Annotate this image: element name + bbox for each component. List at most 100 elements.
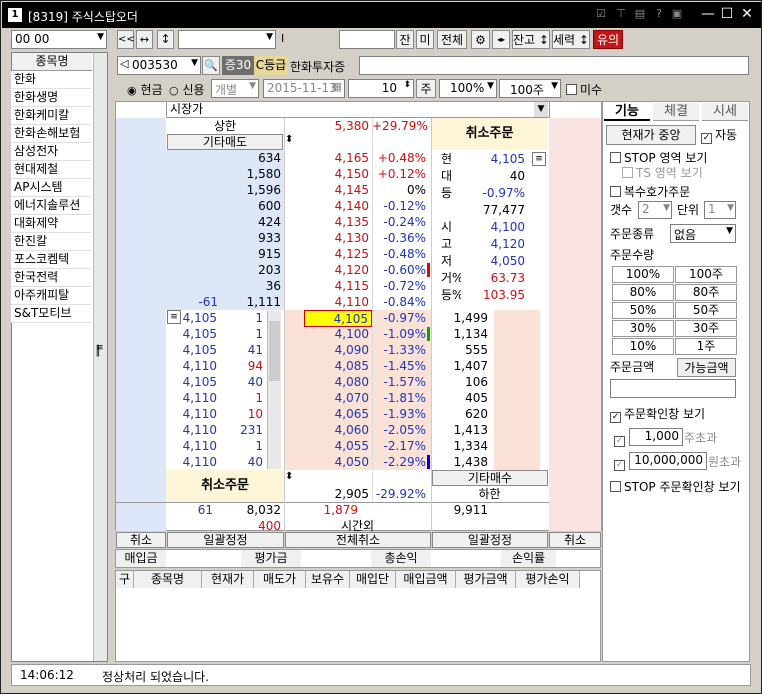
trade-scrollbar[interactable] <box>267 311 281 469</box>
percent-select[interactable]: 100% ▼ <box>439 79 497 98</box>
seryeok-button[interactable]: 세력 ↕ <box>552 30 590 49</box>
close-icon[interactable]: ✕ <box>739 6 755 22</box>
count-select[interactable]: 2 ▼ <box>638 201 672 219</box>
screen-icon[interactable]: ▣ <box>670 7 684 21</box>
stock-list-item[interactable]: 한화생명 <box>11 89 91 107</box>
warning-button[interactable]: 유의 <box>593 30 623 49</box>
ask-qty[interactable]: 36 <box>166 278 284 295</box>
bid-qty[interactable]: 405 <box>431 390 491 407</box>
auto-checkbox[interactable]: ✓ 자동 <box>701 127 737 144</box>
table-header-cell[interactable]: 매도가 <box>254 571 306 588</box>
minimize-icon[interactable]: — <box>700 6 716 22</box>
market-select[interactable]: 시장가 ▼ <box>166 101 550 118</box>
center-current-button[interactable]: 현재가 중앙 <box>606 125 696 145</box>
stock-list-scrollbar[interactable]: ≡ <box>93 53 107 661</box>
splitter-grip-icon[interactable]: ║ <box>95 346 101 357</box>
qty-preset-button[interactable]: 100주 <box>675 266 737 283</box>
over-amount-checkbox[interactable]: ✓ <box>614 454 628 471</box>
individual-select[interactable]: 개별 ▼ <box>211 79 259 98</box>
ask-qty[interactable]: 203 <box>166 262 284 279</box>
stock-list-item[interactable]: 대화제약 <box>11 215 91 233</box>
qty-preset-button[interactable]: 1주 <box>675 338 737 355</box>
over-shares-input[interactable]: 1,000 <box>629 428 683 446</box>
settings-gear-icon[interactable]: ⚙ <box>471 30 490 49</box>
table-header-cell[interactable]: 보유수 <box>306 571 350 588</box>
bid-price[interactable]: 4,080 <box>304 374 372 391</box>
menu-icon[interactable]: ≡ <box>532 152 546 166</box>
order-type-select[interactable]: ▼ <box>178 30 276 49</box>
ask-qty[interactable]: 424 <box>166 214 284 231</box>
cash-radio[interactable]: ◉ 현금 <box>127 81 163 98</box>
qty-preset-button[interactable]: 10% <box>612 338 674 355</box>
qty-preset-button[interactable]: 50% <box>612 302 674 319</box>
bid-qty[interactable]: 1,413 <box>431 422 491 439</box>
tab-0[interactable]: 기능 <box>604 103 650 121</box>
stock-list-item[interactable]: 아주캐피탈 <box>11 287 91 305</box>
bid-qty[interactable]: 1,334 <box>431 438 491 455</box>
stock-list-item[interactable]: 포스코켐텍 <box>11 251 91 269</box>
ask-qty[interactable]: 933 <box>166 230 284 247</box>
bid-price[interactable]: 4,100 <box>304 326 372 343</box>
qty-preset-button[interactable]: 100% <box>612 266 674 283</box>
stock-code-input[interactable]: ◁ 003530 ▼ <box>117 56 201 75</box>
qty-preset-button[interactable]: 80주 <box>675 284 737 301</box>
bid-price[interactable]: 4,065 <box>304 406 372 423</box>
confirm-window-checkbox[interactable]: ✓ 주문확인창 보기 <box>610 406 705 423</box>
mi-button[interactable]: 미 <box>416 30 434 49</box>
quantity-stepper[interactable]: 10 ⬍ <box>348 79 414 98</box>
batch-modify-right-button[interactable]: 일괄정정 <box>432 532 548 548</box>
misu-checkbox[interactable]: 미수 <box>566 81 602 98</box>
stock-list-item[interactable]: AP시스템 <box>11 179 91 197</box>
bid-price[interactable]: 4,090 <box>304 342 372 359</box>
cancel-left-button[interactable]: 취소 <box>116 532 166 548</box>
table-header-cell[interactable]: 평가손익 <box>516 571 580 588</box>
qty-preset-button[interactable]: 80% <box>612 284 674 301</box>
account-select[interactable]: 00 00 ▼ <box>11 30 107 49</box>
stop-confirm-checkbox[interactable]: STOP 주문확인창 보기 <box>610 479 741 496</box>
cancel-order-sell-button[interactable]: 취소주문 <box>431 118 548 150</box>
table-header-cell[interactable]: 평가금액 <box>456 571 516 588</box>
other-sell-button[interactable]: 기타매도 <box>167 134 283 150</box>
bid-price[interactable]: 4,085 <box>304 358 372 375</box>
pin-icon[interactable]: ⊤ <box>614 7 628 21</box>
jan-button[interactable]: 잔 <box>396 30 414 49</box>
bid-price[interactable]: 4,070 <box>304 390 372 407</box>
qty-preset-button[interactable]: 50주 <box>675 302 737 319</box>
ask-price[interactable]: 4,145 <box>284 182 372 199</box>
other-buy-button[interactable]: 기타매수 <box>432 470 548 486</box>
bid-qty[interactable]: 1,407 <box>431 358 491 375</box>
over-amount-input[interactable]: 10,000,000 <box>629 452 707 470</box>
table-header-cell[interactable]: 매입단 <box>350 571 396 588</box>
ask-qty[interactable]: 1,580 <box>166 166 284 183</box>
cancel-all-button[interactable]: 전체취소 <box>285 532 431 548</box>
bid-qty[interactable]: 1,499 <box>431 310 491 327</box>
available-amount-button[interactable]: 가능금액 <box>677 358 736 377</box>
ask-price[interactable]: 4,150 <box>284 166 372 183</box>
ask-price[interactable]: 4,125 <box>284 246 372 263</box>
help-icon[interactable]: ? <box>652 7 666 21</box>
nav-vertical-button[interactable]: ↕ <box>157 30 174 49</box>
password-input[interactable] <box>339 30 395 49</box>
ask-qty[interactable]: 634 <box>166 150 284 167</box>
table-header-cell[interactable]: 종목명 <box>134 571 202 588</box>
unit-select[interactable]: 1 ▼ <box>704 201 736 219</box>
checklist-icon[interactable]: ☑ <box>594 7 608 21</box>
trade-menu-icon[interactable]: ≡ <box>167 310 181 324</box>
bid-price[interactable]: 4,050 <box>304 454 372 471</box>
bid-price[interactable]: 4,105 <box>304 310 372 327</box>
grid-icon[interactable]: ▤ <box>633 7 647 21</box>
tab-1[interactable]: 체결 <box>653 103 699 121</box>
bid-qty[interactable]: 555 <box>431 342 491 359</box>
ask-price[interactable]: 4,130 <box>284 230 372 247</box>
stock-list-item[interactable]: 한화케미칼 <box>11 107 91 125</box>
stock-list-item[interactable]: 한진칼 <box>11 233 91 251</box>
ask-price[interactable]: 4,110 <box>284 294 372 311</box>
bid-price[interactable]: 4,060 <box>304 422 372 439</box>
cancel-order-buy-button[interactable]: 취소주문 <box>166 470 284 502</box>
qty-preset-button[interactable]: 30% <box>612 320 674 337</box>
ask-price[interactable]: 4,120 <box>284 262 372 279</box>
stock-list-item[interactable]: 한국전력 <box>11 269 91 287</box>
stock-list-item[interactable]: 한화 <box>11 71 91 89</box>
batch-modify-left-button[interactable]: 일괄정정 <box>167 532 284 548</box>
stock-list-item[interactable]: 삼성전자 <box>11 143 91 161</box>
